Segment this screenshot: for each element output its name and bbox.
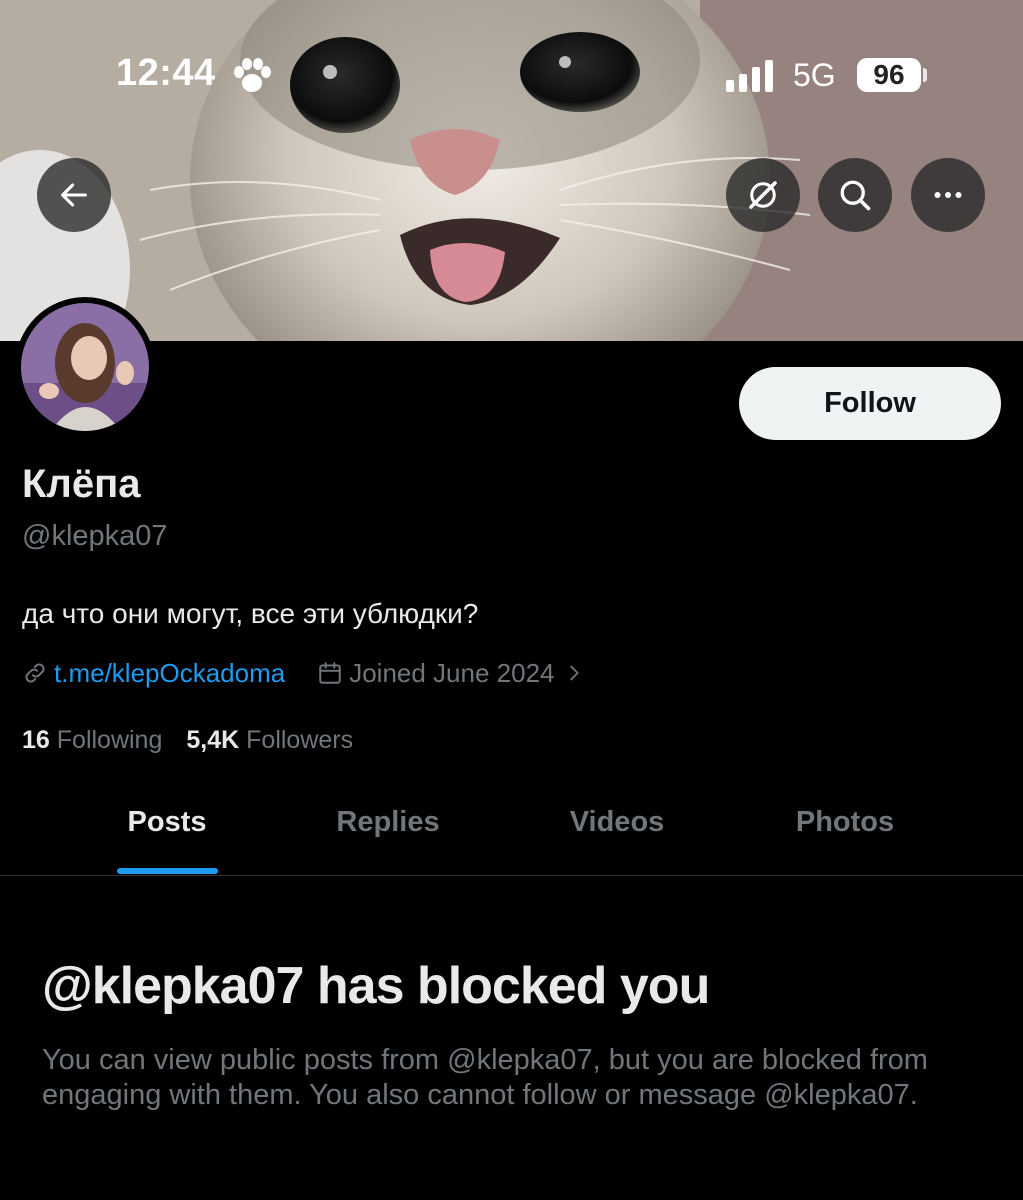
signal-icon — [726, 60, 773, 92]
following-count: 16 — [22, 726, 50, 754]
calendar-icon — [319, 662, 341, 684]
avatar[interactable] — [21, 303, 149, 431]
status-time: 12:44 — [116, 52, 216, 94]
active-tab-indicator — [117, 868, 218, 874]
search-icon — [840, 180, 871, 211]
blocked-message: You can view public posts from @klepka07… — [42, 1044, 928, 1111]
profile-handle: @klepka07 — [22, 520, 168, 552]
grok-button[interactable] — [726, 158, 800, 232]
following-label: Following — [56, 726, 163, 754]
battery-level: 96 — [857, 58, 921, 92]
followers-stat[interactable]: 5,4K Followers — [186, 726, 353, 755]
tab-divider — [0, 875, 1023, 876]
follow-stats: 16 Following 5,4K Followers — [22, 726, 353, 755]
followers-count: 5,4K — [186, 726, 240, 754]
avatar-photo — [21, 303, 149, 431]
link-icon — [25, 663, 45, 683]
blocked-title: @klepka07 has blocked you — [42, 957, 710, 1015]
profile-link[interactable]: t.me/klepOckadoma — [54, 658, 285, 689]
tab-videos[interactable]: Videos — [570, 806, 665, 839]
chevron-right-icon[interactable] — [563, 660, 585, 686]
battery-tip — [923, 68, 927, 82]
tab-replies[interactable]: Replies — [336, 806, 439, 839]
tab-photos[interactable]: Photos — [796, 806, 894, 839]
more-button[interactable] — [911, 158, 985, 232]
followers-label: Followers — [246, 726, 354, 754]
back-button[interactable] — [37, 158, 111, 232]
avatar-ring[interactable] — [15, 297, 155, 437]
display-name: Клёпа — [22, 462, 141, 506]
joined-date[interactable]: Joined June 2024 — [349, 658, 554, 689]
arrow-left-icon — [61, 183, 87, 207]
network-type: 5G — [793, 57, 836, 93]
more-icon — [934, 192, 962, 198]
paw-icon — [234, 58, 271, 92]
profile-meta: t.me/klepOckadoma Joined June 2024 — [22, 656, 585, 690]
grok-icon — [749, 181, 777, 209]
search-button[interactable] — [818, 158, 892, 232]
following-stat[interactable]: 16 Following — [22, 726, 162, 755]
follow-button[interactable]: Follow — [739, 367, 1001, 440]
profile-bio: да что они могут, все эти ублюдки? — [22, 598, 479, 629]
tab-posts[interactable]: Posts — [128, 806, 207, 839]
profile-banner[interactable]: 12:44 5G 96 — [0, 0, 1023, 341]
